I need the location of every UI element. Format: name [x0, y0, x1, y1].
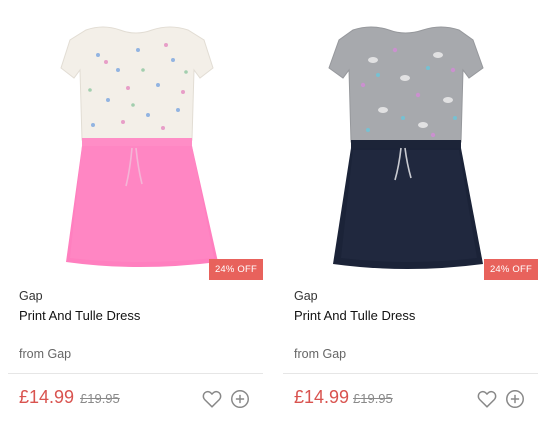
product-title[interactable]: Print And Tulle Dress — [294, 308, 415, 323]
discount-badge: 24% OFF — [208, 259, 263, 280]
plus-circle-icon[interactable] — [229, 388, 251, 410]
product-title[interactable]: Print And Tulle Dress — [19, 308, 140, 323]
product-retailer[interactable]: from Gap — [19, 347, 71, 361]
product-price: £14.99 — [19, 387, 75, 407]
heart-icon[interactable] — [476, 388, 498, 410]
heart-icon[interactable] — [201, 388, 223, 410]
product-price: £14.99 — [294, 387, 350, 407]
product-card[interactable]: 24% OFF Gap Print And Tulle Dress from G… — [8, 0, 263, 429]
product-retailer[interactable]: from Gap — [294, 347, 346, 361]
discount-badge: 24% OFF — [483, 259, 538, 280]
card-divider — [283, 373, 538, 374]
product-image[interactable]: 24% OFF — [8, 0, 263, 282]
product-image[interactable]: 24% OFF — [283, 0, 538, 282]
plus-circle-icon[interactable] — [504, 388, 526, 410]
product-brand[interactable]: Gap — [19, 289, 43, 303]
dress-illustration — [328, 26, 484, 269]
product-old-price: £19.95 — [80, 391, 120, 406]
card-divider — [8, 373, 263, 374]
product-brand[interactable]: Gap — [294, 289, 318, 303]
product-card[interactable]: 24% OFF Gap Print And Tulle Dress from G… — [283, 0, 538, 429]
product-old-price: £19.95 — [353, 391, 393, 406]
dress-illustration — [60, 26, 218, 267]
